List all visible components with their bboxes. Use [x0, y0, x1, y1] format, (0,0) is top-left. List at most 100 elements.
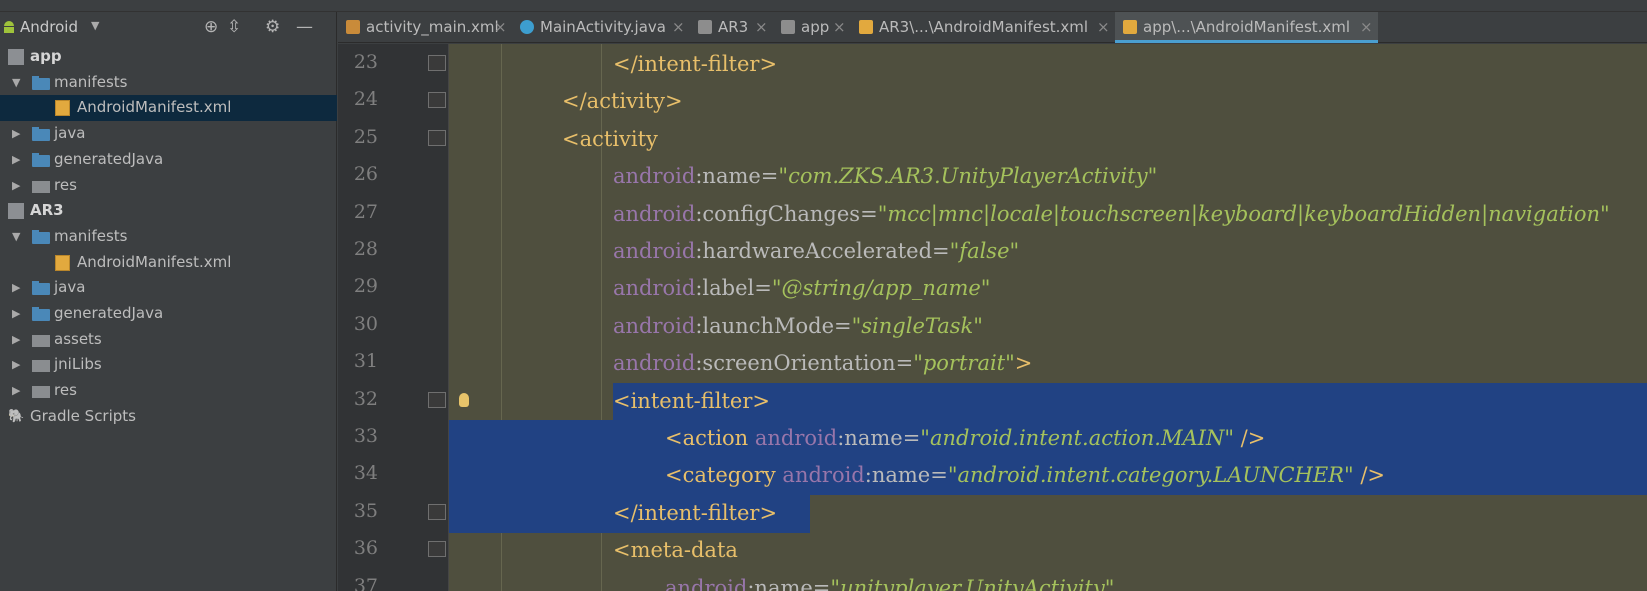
line-number[interactable]: 33 [338, 425, 378, 447]
view-dropdown-icon[interactable]: ▼ [91, 19, 99, 32]
code-line[interactable]: android:hardwareAccelerated="false" [613, 233, 1019, 270]
close-tab-icon[interactable]: × [833, 18, 846, 36]
close-tab-icon[interactable]: × [672, 18, 685, 36]
collapse-arrow-icon[interactable]: ▶ [12, 153, 24, 166]
folder-icon [32, 75, 50, 90]
locate-file-icon[interactable]: ⊕ [204, 17, 218, 37]
expand-arrow-icon[interactable]: ▼ [12, 76, 24, 89]
expand-arrow-icon[interactable]: ▼ [12, 230, 24, 243]
close-tab-icon[interactable]: × [1360, 18, 1373, 36]
fold-marker-icon[interactable] [428, 92, 446, 109]
code-line[interactable]: <action android:name="android.intent.act… [665, 420, 1265, 457]
code-line[interactable]: android:configChanges="mcc|mnc|locale|to… [613, 196, 1610, 233]
tree-item[interactable]: AndroidManifest.xml [0, 250, 337, 276]
code-editor[interactable]: 23 24 25 26 27 28 29 30 31 32 33 34 35 36 37 </intent-… [338, 44, 1647, 591]
tree-item[interactable]: ▶ generatedJava [0, 147, 337, 173]
code-line[interactable]: <category android:name="android.intent.c… [665, 457, 1385, 494]
code-line[interactable]: android:launchMode="singleTask" [613, 308, 983, 345]
line-number[interactable]: 25 [338, 126, 378, 148]
fold-marker-icon[interactable] [428, 503, 446, 520]
tree-item[interactable]: ▶ generatedJava [0, 301, 337, 327]
code-token: :name= [837, 426, 921, 450]
java-class-icon [520, 20, 534, 34]
collapse-arrow-icon[interactable]: ▶ [12, 358, 24, 371]
code-line[interactable]: android:label="@string/app_name" [613, 270, 990, 307]
code-token: :label= [695, 276, 772, 301]
tree-item[interactable]: AndroidManifest.xml [0, 95, 337, 122]
collapse-arrow-icon[interactable]: ▶ [12, 384, 24, 397]
close-tab-icon[interactable]: × [1097, 18, 1110, 36]
line-number[interactable]: 28 [338, 238, 378, 260]
code-area[interactable]: </intent-filter> </activity> <activity andr… [449, 44, 1647, 591]
tree-item-label: app [30, 47, 62, 65]
tree-item-label: AndroidManifest.xml [77, 98, 232, 117]
tree-item[interactable]: ▶ java [0, 121, 337, 147]
line-number[interactable]: 37 [338, 575, 378, 591]
editor-tab[interactable]: AR3\...\AndroidManifest.xml × [851, 12, 1115, 43]
editor-tab[interactable]: AR3 × [690, 12, 773, 43]
line-number[interactable]: 31 [338, 350, 378, 372]
line-number[interactable]: 30 [338, 313, 378, 335]
code-token: android [613, 164, 696, 189]
collapse-arrow-icon[interactable]: ▶ [12, 281, 24, 294]
tree-item[interactable]: ▼ manifests [0, 224, 337, 250]
code-token: "com.ZKS.AR3.UnityPlayerActivity" [778, 164, 1158, 189]
tree-item[interactable]: ▶ res [0, 378, 337, 404]
fold-marker-icon[interactable] [428, 129, 446, 146]
code-line[interactable]: </activity> [562, 83, 683, 120]
tree-item-label: res [54, 381, 77, 400]
hide-panel-icon[interactable]: — [296, 17, 313, 37]
line-number[interactable]: 26 [338, 163, 378, 185]
collapse-arrow-icon[interactable]: ▶ [12, 127, 24, 140]
intention-lightbulb-icon[interactable] [459, 392, 469, 407]
folder-icon [32, 127, 50, 142]
fold-marker-icon[interactable] [428, 55, 446, 71]
line-number[interactable]: 23 [338, 51, 378, 73]
fold-marker-icon[interactable] [428, 391, 446, 408]
close-tab-icon[interactable]: × [494, 18, 507, 36]
collapse-all-icon[interactable]: ⇳ [227, 17, 241, 37]
editor-tab[interactable]: activity_main.xml × [338, 12, 512, 43]
project-panel: Android ▼ ⊕ ⇳ ⚙ — app ▼ manifests AndroidMa… [0, 12, 337, 591]
tree-item[interactable]: ▶ assets [0, 327, 337, 353]
code-token: "android.intent.action.MAIN" [920, 426, 1234, 450]
line-number[interactable]: 36 [338, 537, 378, 559]
gradle-elephant-icon: 🐘 [8, 408, 25, 424]
editor-tab[interactable]: app\...\AndroidManifest.xml × [1115, 12, 1378, 43]
code-line[interactable]: </intent-filter> [613, 495, 777, 532]
line-number[interactable]: 24 [338, 88, 378, 110]
collapse-arrow-icon[interactable]: ▶ [12, 333, 24, 346]
tree-item[interactable]: ▶ java [0, 275, 337, 301]
code-line[interactable]: <meta-data [613, 532, 738, 569]
tree-item[interactable]: AR3 [0, 198, 337, 224]
line-number[interactable]: 34 [338, 462, 378, 484]
close-tab-icon[interactable]: × [755, 18, 768, 36]
code-line[interactable]: android:screenOrientation="portrait"> [613, 345, 1032, 382]
gear-icon[interactable]: ⚙ [265, 17, 280, 37]
line-number[interactable]: 29 [338, 275, 378, 297]
tree-item[interactable]: app [0, 44, 337, 70]
line-number[interactable]: 32 [338, 388, 378, 410]
collapse-arrow-icon[interactable]: ▶ [12, 307, 24, 320]
editor-tab-bar: activity_main.xml × MainActivity.java × AR3 ×… [338, 12, 1647, 43]
line-number[interactable]: 27 [338, 201, 378, 223]
editor-tab[interactable]: app × [773, 12, 851, 43]
tree-item[interactable]: ▶ res [0, 173, 337, 199]
tree-item[interactable]: ▶ jniLibs [0, 352, 337, 378]
tree-item[interactable]: 🐘 Gradle Scripts [0, 404, 337, 430]
code-line[interactable]: <activity [562, 121, 658, 158]
code-line[interactable]: <intent-filter> [613, 383, 770, 420]
code-line[interactable]: android:name="com.ZKS.AR3.UnityPlayerAct… [613, 158, 1157, 195]
tree-item[interactable]: ▼ manifests [0, 70, 337, 96]
code-token: android [754, 426, 838, 450]
editor-tab[interactable]: MainActivity.java × [512, 12, 690, 43]
fold-marker-icon[interactable] [428, 541, 446, 558]
code-token: /> [1353, 463, 1385, 488]
line-number[interactable]: 35 [338, 500, 378, 522]
editor-gutter: 23 24 25 26 27 28 29 30 31 32 33 34 35 36 37 [338, 44, 449, 591]
code-line[interactable]: </intent-filter> [613, 46, 777, 83]
collapse-arrow-icon[interactable]: ▶ [12, 179, 24, 192]
code-token: "unityplayer.UnityActivity" [830, 575, 1115, 591]
code-line[interactable]: android:name="unityplayer.UnityActivity" [665, 570, 1114, 591]
project-view-selector[interactable]: Android [20, 18, 78, 36]
